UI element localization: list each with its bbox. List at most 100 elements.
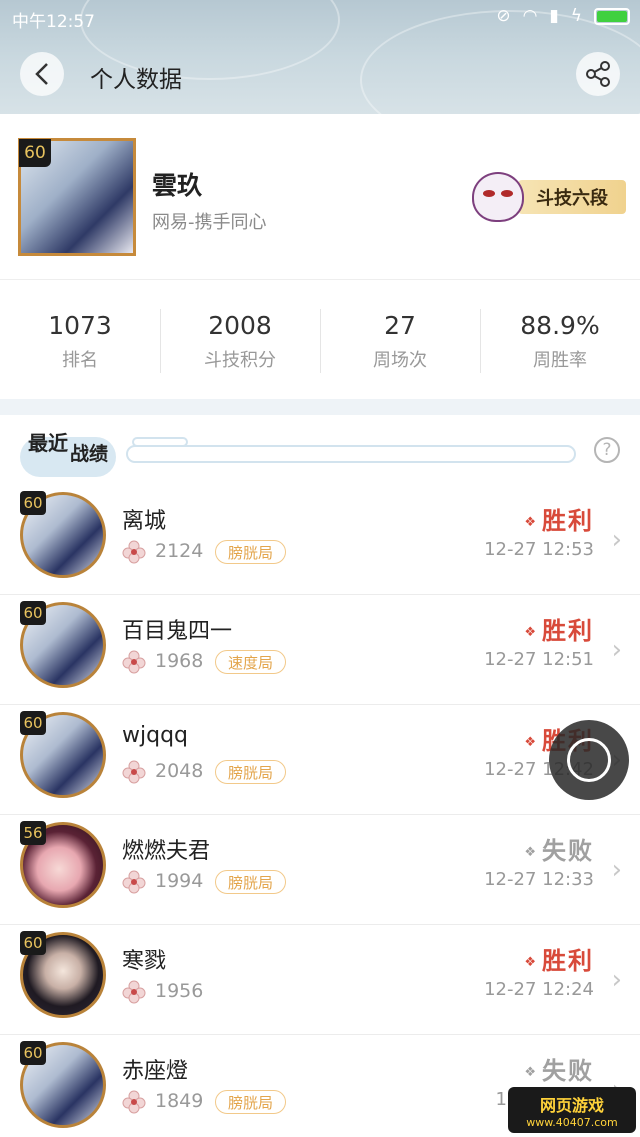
stat-weekly-winrate: 88.9% 周胜率 bbox=[480, 281, 640, 399]
flower-icon bbox=[122, 760, 146, 784]
match-result: ❖胜利 bbox=[524, 611, 594, 646]
site-watermark: 网页游戏 www.40407.com bbox=[508, 1087, 636, 1133]
chevron-right-icon: › bbox=[611, 855, 622, 885]
match-time: 12-27 12:53 bbox=[484, 539, 594, 560]
flower-icon bbox=[122, 540, 146, 564]
section-title-a: 最近 bbox=[28, 431, 68, 455]
charging-icon: ϟ bbox=[570, 6, 582, 26]
opponent-score: 2124 bbox=[155, 540, 204, 562]
diamond-icon: ❖ bbox=[524, 514, 538, 530]
opponent-name: wjqqq bbox=[122, 723, 188, 748]
stats-row: 1073 排名 2008 斗技积分 27 周场次 88.9% 周胜率 bbox=[0, 281, 640, 399]
opponent-name: 寒戮 bbox=[122, 949, 167, 974]
status-bar: 中午12:57 ⊘ ◠ ▮ ϟ bbox=[0, 0, 640, 34]
opponent-level-badge: 60 bbox=[20, 711, 46, 735]
wifi-icon: ◠ bbox=[522, 6, 538, 26]
recent-records-header: 最近 战绩 ? bbox=[0, 415, 640, 485]
diamond-icon: ❖ bbox=[524, 624, 538, 640]
decor-line bbox=[132, 437, 188, 447]
diamond-icon: ❖ bbox=[524, 734, 538, 750]
match-row[interactable]: 60 wjqqq 2048 膀胱局 ❖胜利 12-27 12:42 › bbox=[0, 705, 640, 815]
match-row[interactable]: 60 百目鬼四一 1968 速度局 ❖ 胜利 12-27 12:51 › bbox=[0, 595, 640, 705]
player-avatar[interactable]: 60 bbox=[18, 138, 136, 256]
chevron-right-icon: › bbox=[611, 965, 622, 995]
player-name: 雲玖 bbox=[152, 171, 203, 200]
match-row[interactable]: 60 寒戮 1956 ❖ 胜利 12-27 12:24 › bbox=[0, 925, 640, 1035]
share-icon bbox=[586, 61, 610, 87]
diamond-icon: ❖ bbox=[524, 954, 538, 970]
opponent-level-badge: 60 bbox=[20, 601, 46, 625]
rank-label: 斗技六段 bbox=[518, 180, 626, 214]
opponent-score: 1994 bbox=[155, 870, 204, 892]
match-mode-tag: 膀胱局 bbox=[215, 1090, 287, 1114]
match-time: 12-27 12:24 bbox=[484, 979, 594, 1000]
chevron-right-icon: › bbox=[611, 525, 622, 555]
stat-value: 2008 bbox=[208, 311, 272, 340]
stat-label: 排名 bbox=[62, 350, 98, 371]
watermark-title: 网页游戏 bbox=[539, 1095, 604, 1115]
opponent-name: 燃燃夫君 bbox=[122, 839, 211, 864]
opponent-level-badge: 60 bbox=[20, 491, 46, 515]
match-result-label: 失败 bbox=[542, 1057, 594, 1085]
opponent-score: 1968 bbox=[155, 650, 204, 672]
match-result-label: 胜利 bbox=[542, 947, 594, 975]
opponent-level-badge: 56 bbox=[20, 821, 46, 845]
share-button[interactable] bbox=[576, 52, 620, 96]
stat-value: 27 bbox=[384, 311, 416, 340]
help-icon[interactable]: ? bbox=[594, 437, 620, 463]
chevron-left-icon bbox=[35, 63, 48, 85]
stat-label: 周胜率 bbox=[533, 350, 587, 371]
signal-icon: ▮ bbox=[549, 6, 559, 26]
match-result-label: 胜利 bbox=[542, 617, 594, 645]
stat-label: 斗技积分 bbox=[204, 350, 276, 371]
flower-icon bbox=[122, 870, 146, 894]
stat-label: 周场次 bbox=[373, 350, 427, 371]
match-result-label: 失败 bbox=[542, 837, 594, 865]
stat-points: 2008 斗技积分 bbox=[160, 281, 320, 399]
battery-icon bbox=[594, 7, 630, 25]
flower-icon bbox=[122, 650, 146, 674]
match-result-label: 胜利 bbox=[542, 507, 594, 535]
flower-icon bbox=[122, 1090, 146, 1114]
profile-card: 60 雲玖 网易-携手同心 斗技六段 bbox=[0, 114, 640, 280]
flower-icon bbox=[122, 980, 146, 1004]
stat-weekly-matches: 27 周场次 bbox=[320, 281, 480, 399]
player-server: 网易-携手同心 bbox=[152, 212, 267, 233]
opponent-score: 1956 bbox=[155, 980, 204, 1002]
status-icons: ⊘ ◠ ▮ ϟ bbox=[496, 6, 630, 26]
top-header: 中午12:57 ⊘ ◠ ▮ ϟ 个人数据 bbox=[0, 0, 640, 114]
match-mode-tag: 速度局 bbox=[215, 650, 287, 674]
back-button[interactable] bbox=[20, 52, 64, 96]
diamond-icon: ❖ bbox=[524, 844, 538, 860]
section-divider bbox=[0, 399, 640, 415]
match-list: 60 离城 2124 膀胱局 ❖ 胜利 12-27 12:53 › 60 百目鬼四… bbox=[0, 485, 640, 1137]
ring-icon bbox=[567, 738, 611, 782]
diamond-icon: ❖ bbox=[524, 1064, 538, 1080]
opponent-name: 赤座燈 bbox=[122, 1059, 189, 1084]
opponent-name: 百目鬼四一 bbox=[122, 619, 233, 644]
opponent-level-badge: 60 bbox=[20, 931, 46, 955]
match-mode-tag: 膀胱局 bbox=[215, 870, 287, 894]
match-mode-tag: 膀胱局 bbox=[215, 760, 287, 784]
opponent-score: 1849 bbox=[155, 1090, 204, 1112]
match-result: ❖ 失败 bbox=[524, 831, 594, 866]
level-badge: 60 bbox=[19, 139, 51, 167]
match-row[interactable]: 56 燃燃夫君 1994 膀胱局 ❖ 失败 12-27 12:33 › bbox=[0, 815, 640, 925]
decor-line bbox=[126, 445, 576, 463]
match-row[interactable]: 60 离城 2124 膀胱局 ❖ 胜利 12-27 12:53 › bbox=[0, 485, 640, 595]
watermark-url: www.40407.com bbox=[526, 1115, 618, 1129]
match-result: ❖ 失败 bbox=[524, 1051, 594, 1086]
match-time: 12-27 12:51 bbox=[484, 649, 594, 670]
opponent-name: 离城 bbox=[122, 509, 167, 534]
stat-value: 88.9% bbox=[520, 311, 600, 340]
rank-badge: 斗技六段 bbox=[472, 172, 626, 222]
section-title-b: 战绩 bbox=[70, 443, 109, 465]
match-mode-tag: 膀胱局 bbox=[215, 540, 287, 564]
status-time: 中午12:57 bbox=[12, 12, 95, 32]
match-result: ❖胜利 bbox=[524, 941, 594, 976]
chevron-right-icon: › bbox=[611, 635, 622, 665]
floating-assist-button[interactable] bbox=[549, 720, 629, 800]
match-time: 12-27 12:33 bbox=[484, 869, 594, 890]
match-result: ❖胜利 bbox=[524, 501, 594, 536]
vibrate-off-icon: ⊘ bbox=[496, 6, 511, 26]
